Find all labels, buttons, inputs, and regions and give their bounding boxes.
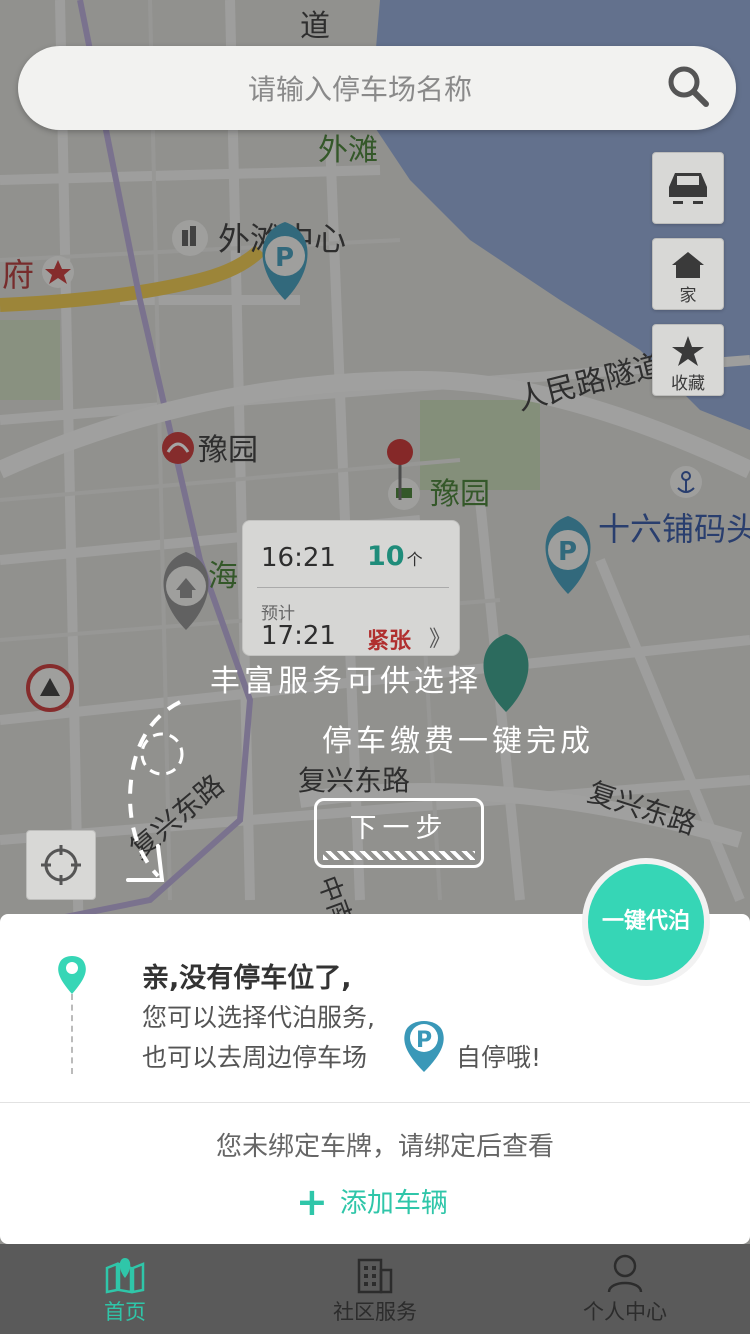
star-icon (42, 256, 74, 288)
add-vehicle-button[interactable]: + 添加车辆 (296, 1180, 448, 1224)
card-divider (257, 587, 449, 588)
person-icon (607, 1254, 643, 1293)
location-pin-green-icon (58, 956, 86, 994)
tab-profile-label: 个人中心 (583, 1300, 667, 1324)
map-label-bund: 外滩 (318, 133, 378, 168)
parking-pin-icon: P (404, 1021, 444, 1072)
poi-yuyuan-icon (388, 478, 420, 510)
add-vehicle-label: 添加车辆 (339, 1188, 448, 1219)
building-icon (357, 1258, 393, 1294)
map-label-hai: 海 (208, 559, 238, 594)
map-label-yuyuan: 豫园 (430, 477, 490, 512)
home-map-icon (105, 1258, 145, 1294)
star-outline-icon (672, 336, 704, 366)
dashed-connector (71, 994, 73, 1074)
map-label-fuxing-2: 复兴东路 (298, 764, 410, 797)
map-label-fu: 府 (2, 256, 34, 294)
status-badge: 紧张 (367, 629, 412, 654)
guide-text-line1: 丰富服务可供选择 (210, 664, 482, 699)
search-icon[interactable] (666, 64, 710, 108)
poi-building-icon (172, 220, 208, 256)
valet-parking-label: 一键代泊 (601, 909, 690, 934)
svg-text:P: P (275, 243, 294, 273)
tab-home-label: 首页 (104, 1300, 146, 1324)
map-label-dao: 道 (300, 9, 330, 44)
tab-profile[interactable]: 个人中心 (500, 1244, 750, 1334)
metro-icon (162, 432, 194, 464)
available-count: 10 个 (367, 541, 423, 572)
chevron-right-icon[interactable]: 》 (429, 621, 451, 653)
next-step-hatch (323, 851, 475, 860)
favorite-button[interactable]: 收藏 (652, 324, 724, 396)
current-time: 16:21 (261, 543, 336, 573)
house-icon (672, 252, 704, 278)
bind-plate-notice: 您未绑定车牌，请绑定后查看 (215, 1132, 554, 1162)
next-step-button[interactable]: 下一步 (314, 798, 484, 868)
panel-line3-suffix: 自停哦! (456, 1043, 542, 1072)
plus-icon: + (296, 1180, 328, 1224)
car-button[interactable] (652, 152, 724, 224)
panel-title: 亲,没有停车位了, (142, 963, 352, 994)
crosshair-icon (41, 845, 81, 885)
tab-bar: 首页 社区服务 个人中心 (0, 1244, 750, 1334)
svg-text:P: P (416, 1028, 432, 1053)
panel-separator (0, 1102, 750, 1103)
home-button[interactable]: 家 (652, 238, 724, 310)
tab-community[interactable]: 社区服务 (250, 1244, 500, 1334)
anchor-icon (670, 466, 702, 498)
roadwork-icon (26, 664, 74, 712)
panel-line2: 您可以选择代泊服务, (142, 1003, 375, 1032)
locate-button[interactable] (26, 830, 96, 900)
home-button-label: 家 (679, 286, 697, 306)
next-step-label: 下一步 (349, 813, 449, 844)
count-unit: 个 (406, 550, 423, 569)
forecast-time: 17:21 (261, 621, 336, 651)
guide-text-line2: 停车缴费一键完成 (322, 724, 594, 759)
search-bar[interactable] (18, 46, 736, 130)
map-label-shiliupu: 十六铺码头 (598, 510, 750, 548)
guide-arrow-icon (126, 700, 184, 882)
parking-info-card[interactable]: 16:21 10 个 预计 17:21 紧张 》 (242, 520, 460, 656)
map-label-yuyuan-metro: 豫园 (198, 433, 258, 468)
valet-parking-button[interactable]: 一键代泊 (582, 858, 710, 986)
tab-community-label: 社区服务 (333, 1300, 417, 1324)
panel-line3: 也可以去周边停车场 (142, 1043, 368, 1072)
favorite-button-label: 收藏 (671, 374, 705, 394)
search-input[interactable] (58, 64, 662, 114)
tab-home[interactable]: 首页 (0, 1244, 250, 1334)
svg-text:P: P (558, 537, 577, 567)
car-icon (669, 173, 707, 204)
